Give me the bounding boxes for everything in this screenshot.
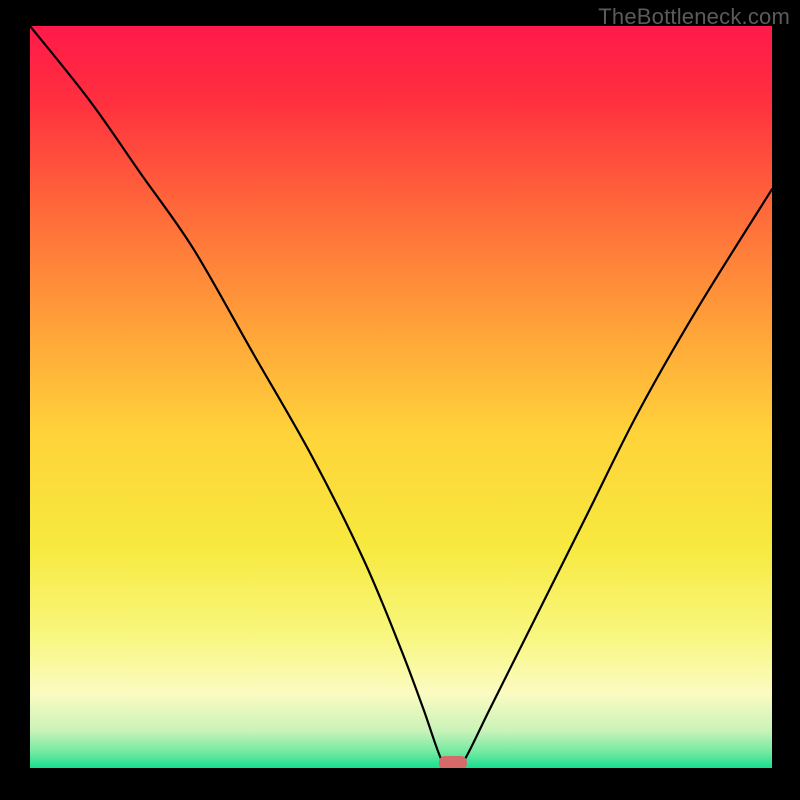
optimal-marker [439, 756, 467, 768]
watermark-text: TheBottleneck.com [598, 4, 790, 30]
plot-area [30, 26, 772, 768]
gradient-background [30, 26, 772, 768]
chart-frame: TheBottleneck.com [0, 0, 800, 800]
bottleneck-chart [30, 26, 772, 768]
